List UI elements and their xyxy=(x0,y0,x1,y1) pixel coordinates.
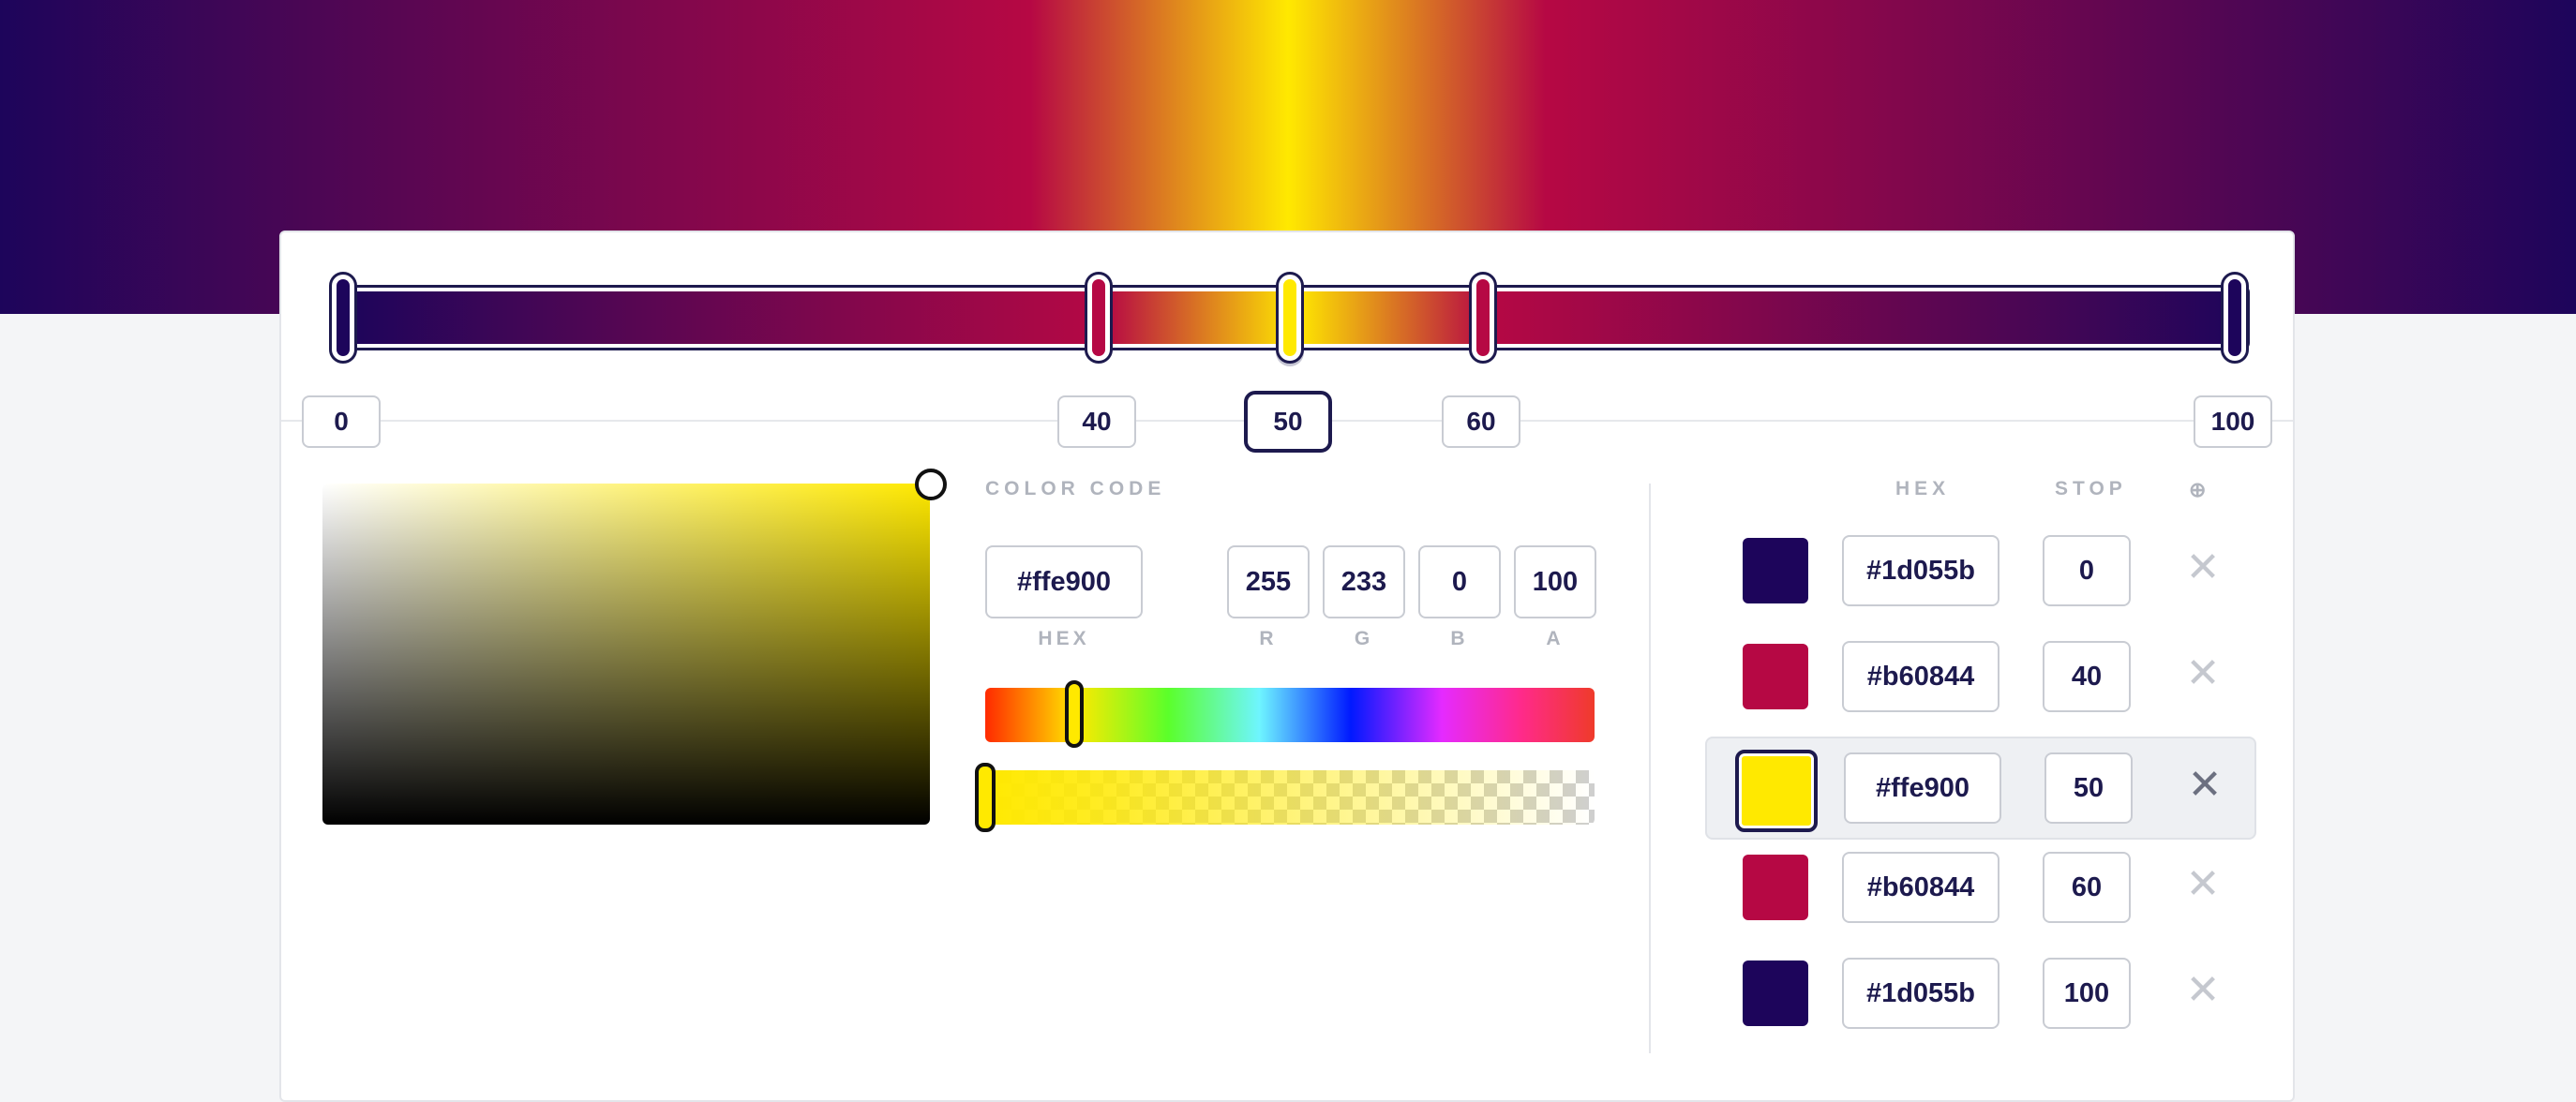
saturation-value-cursor[interactable] xyxy=(915,469,947,500)
stop-handle-0[interactable] xyxy=(329,272,357,364)
remove-stop-icon[interactable]: ✕ xyxy=(2179,962,2226,1019)
stop-color-swatch-active[interactable] xyxy=(1735,750,1818,832)
blue-caption: B xyxy=(1450,628,1469,649)
alpha-input[interactable]: 100 xyxy=(1514,545,1596,618)
green-caption: G xyxy=(1354,628,1374,649)
stop-position-input[interactable]: 40 xyxy=(2043,641,2131,712)
stop-position-label[interactable]: 100 xyxy=(2194,395,2272,448)
stop-hex-input[interactable]: #b60844 xyxy=(1842,852,1999,923)
stop-position-input[interactable]: 50 xyxy=(2044,752,2133,824)
stop-position-label[interactable]: 60 xyxy=(1442,395,1520,448)
stop-color-swatch[interactable] xyxy=(1743,855,1808,920)
stop-position-label-active[interactable]: 50 xyxy=(1244,391,1332,453)
stop-position-label[interactable]: 40 xyxy=(1057,395,1136,448)
alpha-caption: A xyxy=(1546,628,1565,649)
stop-hex-input[interactable]: #1d055b xyxy=(1842,535,1999,606)
stop-handle-40[interactable] xyxy=(1085,272,1113,364)
stop-row: #b60844 40 ✕ xyxy=(1705,623,2256,726)
stop-position-input[interactable]: 100 xyxy=(2043,958,2131,1029)
alpha-slider-handle[interactable] xyxy=(975,763,996,832)
blue-input[interactable]: 0 xyxy=(1418,545,1501,618)
stop-position-label[interactable]: 0 xyxy=(302,395,381,448)
red-caption: R xyxy=(1259,628,1278,649)
stops-stop-column-header: STOP xyxy=(2055,478,2127,499)
hex-input[interactable]: #ffe900 xyxy=(985,545,1143,618)
stop-row: #1d055b 100 ✕ xyxy=(1705,940,2256,1043)
stops-hex-column-header: HEX xyxy=(1895,478,1951,499)
stop-color-swatch[interactable] xyxy=(1743,538,1808,603)
remove-stop-icon[interactable]: ✕ xyxy=(2179,856,2226,913)
stop-row: #1d055b 0 ✕ xyxy=(1705,517,2256,620)
remove-stop-icon[interactable]: ✕ xyxy=(2179,540,2226,596)
saturation-value-picker[interactable] xyxy=(322,484,930,825)
hex-caption: HEX xyxy=(1038,628,1090,649)
hue-slider-handle[interactable] xyxy=(1065,680,1084,748)
panel-divider xyxy=(1649,484,1651,1053)
stop-color-swatch[interactable] xyxy=(1743,961,1808,1026)
gradient-editor-panel: 0 40 50 60 100 COLOR CODE #ffe900 255 23… xyxy=(279,231,2295,1102)
stop-handle-50[interactable] xyxy=(1276,272,1304,364)
stop-position-input[interactable]: 0 xyxy=(2043,535,2131,606)
add-stop-icon[interactable]: ⊕ xyxy=(2189,478,2206,502)
stop-color-swatch[interactable] xyxy=(1743,644,1808,709)
green-input[interactable]: 233 xyxy=(1323,545,1405,618)
color-code-heading: COLOR CODE xyxy=(985,478,1166,499)
stop-hex-input[interactable]: #1d055b xyxy=(1842,958,1999,1029)
stop-hex-input[interactable]: #ffe900 xyxy=(1844,752,2001,824)
stop-handle-60[interactable] xyxy=(1469,272,1497,364)
stop-hex-input[interactable]: #b60844 xyxy=(1842,641,1999,712)
remove-stop-icon[interactable]: ✕ xyxy=(2179,646,2226,702)
stop-row: #b60844 60 ✕ xyxy=(1705,834,2256,937)
red-input[interactable]: 255 xyxy=(1227,545,1310,618)
alpha-slider[interactable] xyxy=(985,770,1595,825)
stop-row-active[interactable]: #ffe900 50 ✕ xyxy=(1705,737,2256,840)
stop-position-input[interactable]: 60 xyxy=(2043,852,2131,923)
stop-handle-100[interactable] xyxy=(2221,272,2249,364)
remove-stop-icon[interactable]: ✕ xyxy=(2181,757,2228,813)
